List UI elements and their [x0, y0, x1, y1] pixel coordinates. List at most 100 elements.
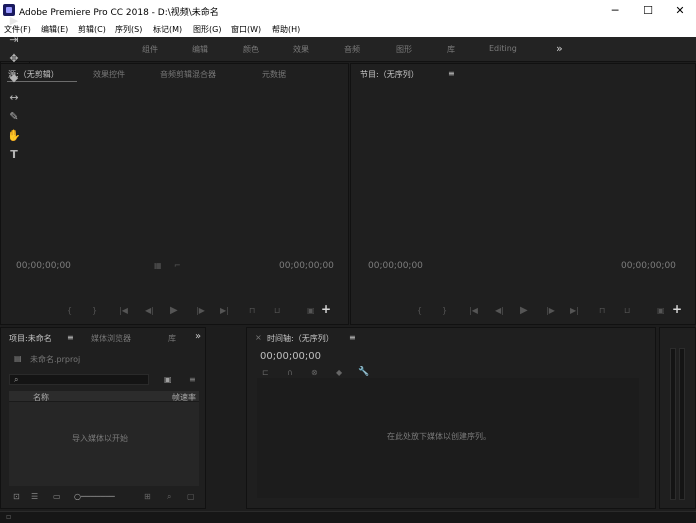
track-select-tool-icon[interactable]: ⇥: [7, 33, 21, 47]
search-input[interactable]: ⌕: [9, 374, 149, 385]
new-bin-icon[interactable]: ▣: [164, 375, 172, 384]
play-icon[interactable]: ▶: [170, 305, 178, 316]
project-file-name: 未命名.prproj: [30, 355, 81, 364]
new-item-icon[interactable]: ▢: [187, 492, 195, 501]
project-list: 名称 帧速率 导入媒体以开始: [9, 391, 199, 486]
timeline-close-icon[interactable]: ×: [255, 333, 262, 342]
step-forward-icon[interactable]: |▶: [196, 306, 205, 315]
linked-selection-icon[interactable]: ⊗: [311, 368, 318, 377]
column-name[interactable]: 名称: [33, 392, 49, 403]
lift-icon[interactable]: ⊓: [599, 306, 605, 315]
minimize-button[interactable]: ─: [604, 3, 626, 18]
workspace-libraries[interactable]: 库: [447, 44, 455, 55]
tab-media-browser[interactable]: 媒体浏览器: [91, 333, 131, 344]
timeline-drop-area[interactable]: 在此处放下媒体以创建序列。: [257, 378, 639, 498]
window-title: Adobe Premiere Pro CC 2018 - D:\视频\未命名: [19, 8, 219, 18]
mark-in-icon[interactable]: {: [417, 306, 422, 315]
tab-metadata[interactable]: 元数据: [262, 69, 286, 80]
go-to-out-icon[interactable]: ▶|: [220, 306, 229, 315]
menu-edit[interactable]: 编辑(E): [41, 24, 68, 35]
automate-icon[interactable]: ⊞: [144, 492, 151, 501]
zoom-slider[interactable]: ○───────: [74, 492, 115, 501]
workspace-editing[interactable]: Editing: [489, 44, 517, 53]
program-menu-icon[interactable]: ≡: [448, 69, 455, 78]
add-button[interactable]: +: [321, 302, 331, 316]
program-timecode-current[interactable]: 00;00;00;00: [368, 261, 423, 271]
step-forward-icon[interactable]: |▶: [546, 306, 555, 315]
menu-sequence[interactable]: 序列(S): [115, 24, 142, 35]
play-icon[interactable]: ▶: [520, 305, 528, 316]
mark-out-icon[interactable]: }: [92, 306, 97, 315]
ripple-edit-tool-icon[interactable]: ✥: [7, 52, 21, 66]
selection-tool-icon[interactable]: ▶: [7, 14, 21, 28]
tab-audio-clip-mixer[interactable]: 音频剪辑混合器: [160, 69, 216, 80]
extract-icon[interactable]: ⊔: [624, 306, 630, 315]
snap-icon[interactable]: ∩: [287, 368, 293, 377]
tab-program[interactable]: 节目:（无序列）: [360, 69, 419, 80]
nest-icon[interactable]: ⊏: [262, 368, 269, 377]
go-to-in-icon[interactable]: |◀: [119, 306, 128, 315]
timeline-panel: × 时间轴:（无序列） ≡ 00;00;00;00 ⊏ ∩ ⊗ ◆ 🔧 在此处放…: [246, 327, 656, 509]
workspace-audio[interactable]: 音频: [344, 44, 360, 55]
search-icon: ⌕: [14, 375, 19, 384]
list-view-icon[interactable]: ☰: [31, 492, 38, 501]
slip-tool-icon[interactable]: ↔: [7, 91, 21, 105]
lock-icon[interactable]: ⊡: [13, 492, 20, 501]
step-back-icon[interactable]: ◀|: [495, 306, 504, 315]
pen-tool-icon[interactable]: ✎: [7, 110, 21, 124]
program-timecode-duration: 00;00;00;00: [621, 261, 676, 271]
export-frame-icon[interactable]: ▣: [307, 306, 315, 315]
program-monitor-panel: 节目:（无序列） ≡ 00;00;00;00 00;00;00;00 { } |…: [350, 63, 696, 325]
workspace-more-button[interactable]: »: [556, 42, 563, 55]
export-frame-icon[interactable]: ▣: [657, 306, 665, 315]
source-monitor-panel: 源:（无剪辑） 效果控件 音频剪辑混合器 元数据 00;00;00;00 ▦ ⌐…: [0, 63, 349, 325]
status-icon: ▫: [6, 512, 12, 521]
add-marker-icon[interactable]: ◆: [336, 368, 342, 377]
panel-expand-icon[interactable]: »: [195, 331, 201, 342]
workspace-assembly[interactable]: 组件: [142, 44, 158, 55]
fit-dropdown-icon[interactable]: ▦: [154, 261, 162, 270]
workspace-effects[interactable]: 效果: [293, 44, 309, 55]
mark-out-icon[interactable]: }: [442, 306, 447, 315]
insert-icon[interactable]: ⊓: [249, 306, 255, 315]
wrench-icon[interactable]: ⌐: [174, 261, 181, 270]
find-icon[interactable]: ⌕: [167, 492, 171, 502]
go-to-out-icon[interactable]: ▶|: [570, 306, 579, 315]
maximize-button[interactable]: ☐: [637, 3, 659, 18]
menu-window[interactable]: 窗口(W): [231, 24, 261, 35]
add-button[interactable]: +: [672, 302, 682, 316]
menu-help[interactable]: 帮助(H): [272, 24, 300, 35]
audio-meter-left: [670, 348, 676, 500]
project-menu-icon[interactable]: ≡: [67, 333, 74, 342]
source-timecode-duration: 00;00;00;00: [279, 261, 334, 271]
list-menu-icon[interactable]: ≡: [189, 375, 196, 384]
type-tool-icon[interactable]: T: [7, 148, 21, 162]
workspace-color[interactable]: 颜色: [243, 44, 259, 55]
workspace-graphics[interactable]: 图形: [396, 44, 412, 55]
overwrite-icon[interactable]: ⊔: [274, 306, 280, 315]
import-media-hint: 导入媒体以开始: [72, 434, 128, 443]
menu-graphics[interactable]: 图形(G): [193, 24, 221, 35]
title-bar: Adobe Premiere Pro CC 2018 - D:\视频\未命名 ─…: [0, 0, 696, 21]
mark-in-icon[interactable]: {: [67, 306, 72, 315]
menu-marker[interactable]: 标记(M): [153, 24, 182, 35]
workspace-editing-cn[interactable]: 编辑: [192, 44, 208, 55]
hand-tool-icon[interactable]: ✋: [7, 129, 21, 143]
tab-libraries[interactable]: 库: [168, 333, 176, 344]
menu-bar: 文件(F) 编辑(E) 剪辑(C) 序列(S) 标记(M) 图形(G) 窗口(W…: [0, 21, 696, 37]
icon-view-icon[interactable]: ▭: [53, 492, 61, 501]
go-to-in-icon[interactable]: |◀: [469, 306, 478, 315]
source-timecode-current[interactable]: 00;00;00;00: [16, 261, 71, 271]
timeline-menu-icon[interactable]: ≡: [349, 333, 356, 342]
column-frame-rate[interactable]: 帧速率: [172, 392, 196, 403]
menu-clip[interactable]: 剪辑(C): [78, 24, 106, 35]
razor-tool-icon[interactable]: ◆: [7, 71, 21, 85]
timeline-timecode[interactable]: 00;00;00;00: [260, 351, 321, 362]
wrench-icon[interactable]: 🔧: [358, 367, 369, 377]
close-button[interactable]: ✕: [669, 3, 691, 18]
tab-effect-controls[interactable]: 效果控件: [93, 69, 125, 80]
step-back-icon[interactable]: ◀|: [145, 306, 154, 315]
program-monitor-tabs: 节目:（无序列） ≡: [351, 64, 695, 82]
tab-project[interactable]: 项目:未命名: [9, 333, 52, 344]
tab-timeline[interactable]: 时间轴:（无序列）: [267, 333, 334, 344]
